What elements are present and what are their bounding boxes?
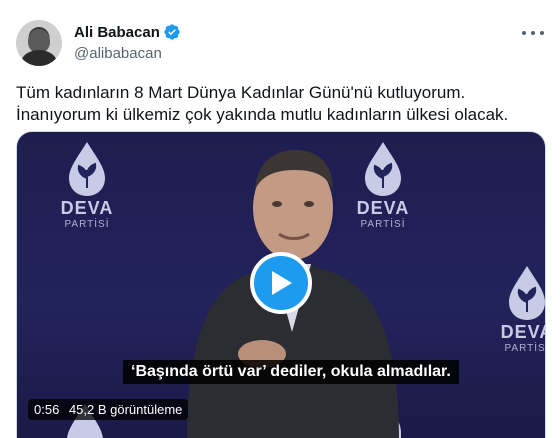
verified-badge-icon — [163, 23, 181, 41]
deva-drop-icon — [509, 266, 545, 320]
deva-logo-right: DEVA PARTİSİ — [497, 264, 546, 354]
more-options-icon[interactable] — [522, 24, 544, 42]
play-icon — [272, 271, 292, 295]
play-button[interactable] — [250, 252, 312, 314]
avatar[interactable] — [16, 20, 62, 66]
deva-logo-sub: PARTİSİ — [504, 343, 546, 354]
tweet-text: Tüm kadınların 8 Mart Dünya Kadınlar Gün… — [16, 83, 509, 124]
tweet: Ali Babacan @alibabacan Tüm kadınların 8… — [0, 0, 560, 438]
video-duration-views: 0:56 45,2 B görüntüleme — [28, 399, 189, 420]
deva-logo-left: DEVA PARTİSİ — [55, 140, 119, 230]
author-name-row: Ali Babacan — [74, 23, 181, 41]
deva-logo-word: DEVA — [500, 322, 545, 342]
video-player[interactable]: DEVA PARTİSİ DEVA PARTİSİ DEVA PARTİSİ — [16, 131, 546, 438]
deva-logo-sub: PARTİSİ — [64, 219, 110, 230]
video-duration: 0:56 — [34, 402, 60, 417]
author-handle[interactable]: @alibabacan — [74, 45, 162, 62]
deva-logo-word: DEVA — [60, 198, 114, 218]
video-view-count: 45,2 B görüntüleme — [68, 402, 183, 417]
video-subtitle: ‘Başında örtü var’ dediler, okula almadı… — [123, 360, 459, 384]
author-display-name[interactable]: Ali Babacan — [74, 24, 160, 41]
deva-drop-icon — [69, 142, 105, 196]
